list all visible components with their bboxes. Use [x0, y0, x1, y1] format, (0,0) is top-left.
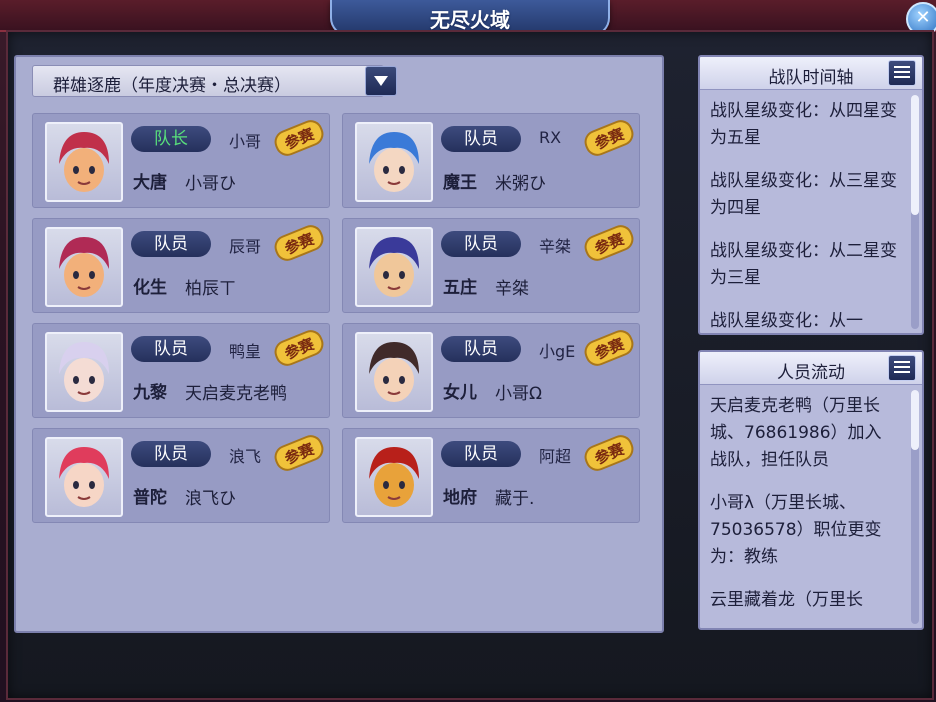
member-nickname: 小哥	[229, 132, 262, 151]
participation-badge: 参赛	[579, 433, 639, 473]
member-card[interactable]: 队员 浪飞普陀 浪飞ひ 参赛	[32, 428, 330, 523]
member-character-name: 米粥ひ	[495, 174, 546, 194]
member-school: 魔王	[443, 173, 477, 193]
member-card[interactable]: 队长 小哥大唐 小哥ひ 参赛	[32, 113, 330, 208]
member-school: 女儿	[443, 383, 477, 403]
timeline-panel: 战队时间轴 战队星级变化：从四星变为五星 战队星级变化：从三星变为四星 战队星级…	[698, 55, 924, 335]
member-avatar	[45, 332, 123, 412]
participation-badge: 参赛	[579, 223, 639, 263]
participation-badge: 参赛	[579, 328, 639, 368]
dropdown-selected: 群雄逐鹿（年度决赛・总决赛）	[53, 76, 291, 96]
timeline-header: 战队时间轴	[700, 57, 922, 90]
movement-list: 天启麦克老鸭（万里长城、76861986）加入战队，担任队员 小哥λ（万里长城、…	[700, 385, 908, 628]
timeline-entry: 战队星级变化：从四星变为五星	[710, 101, 897, 148]
member-school: 五庄	[443, 278, 477, 298]
role-badge: 队员	[441, 441, 521, 467]
close-icon: ✕	[915, 7, 931, 28]
member-card[interactable]: 队员 RX 魔王 米粥ひ 参赛	[342, 113, 640, 208]
movement-entry: 小哥λ（万里长城、75036578）职位更变为：教练	[710, 493, 882, 567]
member-school: 地府	[443, 488, 477, 508]
timeline-entry: 战队星级变化：从一	[710, 311, 863, 331]
member-card[interactable]: 队员 小gE 女儿 小哥Ω 参赛	[342, 323, 640, 418]
timeline-entry: 战队星级变化：从二星变为三星	[710, 241, 897, 288]
participation-badge: 参赛	[269, 118, 329, 158]
role-badge: 队员	[131, 336, 211, 362]
menu-icon	[894, 66, 910, 68]
member-nickname: 阿超	[539, 447, 572, 466]
member-avatar	[355, 437, 433, 517]
member-avatar	[355, 227, 433, 307]
member-character-name: 藏于.	[495, 489, 535, 509]
member-character-name: 小哥ひ	[185, 174, 236, 194]
member-avatar	[355, 122, 433, 202]
member-school: 九黎	[133, 383, 167, 403]
window-title: 无尽火域	[430, 8, 510, 32]
member-nickname: 小gE	[539, 342, 576, 361]
chevron-down-icon	[374, 76, 388, 86]
member-school: 化生	[133, 278, 167, 298]
member-school: 大唐	[133, 173, 167, 193]
member-nickname: RX	[539, 128, 562, 147]
role-badge: 队员	[441, 231, 521, 257]
movement-menu-button[interactable]	[888, 355, 916, 381]
roster-panel: 群雄逐鹿（年度决赛・总决赛） 队长 小哥 大唐 小哥ひ 参赛 队员 RX 魔王 米粥ひ 参赛 队员辰…	[14, 55, 664, 633]
movement-scroll-thumb[interactable]	[911, 390, 919, 450]
movement-scrollbar[interactable]	[911, 390, 919, 624]
role-badge: 队员	[441, 336, 521, 362]
member-avatar	[45, 437, 123, 517]
member-card[interactable]: 队员 阿超地府 藏于. 参赛	[342, 428, 640, 523]
member-nickname: 鸭皇	[229, 342, 262, 361]
participation-badge: 参赛	[269, 223, 329, 263]
member-avatar	[45, 227, 123, 307]
member-character-name: 辛桀	[495, 279, 529, 299]
member-nickname: 辰哥	[229, 237, 262, 256]
member-character-name: 小哥Ω	[495, 384, 542, 404]
member-character-name: 天启麦克老鸭	[185, 384, 287, 404]
member-card[interactable]: 队员 鸭皇九黎 天启麦克老鸭 参赛	[32, 323, 330, 418]
movement-header: 人员流动	[700, 352, 922, 385]
role-badge: 队员	[441, 126, 521, 152]
member-school: 普陀	[133, 488, 167, 508]
timeline-menu-button[interactable]	[888, 60, 916, 86]
participation-badge: 参赛	[579, 118, 639, 158]
match-dropdown[interactable]: 群雄逐鹿（年度决赛・总决赛）	[32, 65, 397, 97]
movement-entry: 云里藏着龙（万里长	[710, 590, 863, 610]
member-avatar	[355, 332, 433, 412]
dropdown-toggle-button[interactable]	[365, 66, 397, 96]
timeline-entry: 战队星级变化：从三星变为四星	[710, 171, 897, 218]
timeline-scroll-thumb[interactable]	[911, 95, 919, 215]
role-badge: 队长	[131, 126, 211, 152]
movement-panel: 人员流动 天启麦克老鸭（万里长城、76861986）加入战队，担任队员 小哥λ（…	[698, 350, 924, 630]
participation-badge: 参赛	[269, 328, 329, 368]
movement-entry: 天启麦克老鸭（万里长城、76861986）加入战队，担任队员	[710, 396, 882, 470]
role-badge: 队员	[131, 441, 211, 467]
member-nickname: 浪飞	[229, 447, 262, 466]
member-character-name: 浪飞ひ	[185, 489, 236, 509]
timeline-list: 战队星级变化：从四星变为五星 战队星级变化：从三星变为四星 战队星级变化：从二星…	[700, 90, 908, 333]
timeline-scrollbar[interactable]	[911, 95, 919, 329]
member-avatar	[45, 122, 123, 202]
participation-badge: 参赛	[269, 433, 329, 473]
role-badge: 队员	[131, 231, 211, 257]
member-character-name: 柏辰ㄒ	[185, 279, 236, 299]
member-card[interactable]: 队员 辛桀 五庄 辛桀 参赛	[342, 218, 640, 313]
member-nickname: 辛桀	[539, 237, 572, 256]
member-card[interactable]: 队员 辰哥化生 柏辰ㄒ 参赛	[32, 218, 330, 313]
menu-icon	[894, 361, 910, 363]
